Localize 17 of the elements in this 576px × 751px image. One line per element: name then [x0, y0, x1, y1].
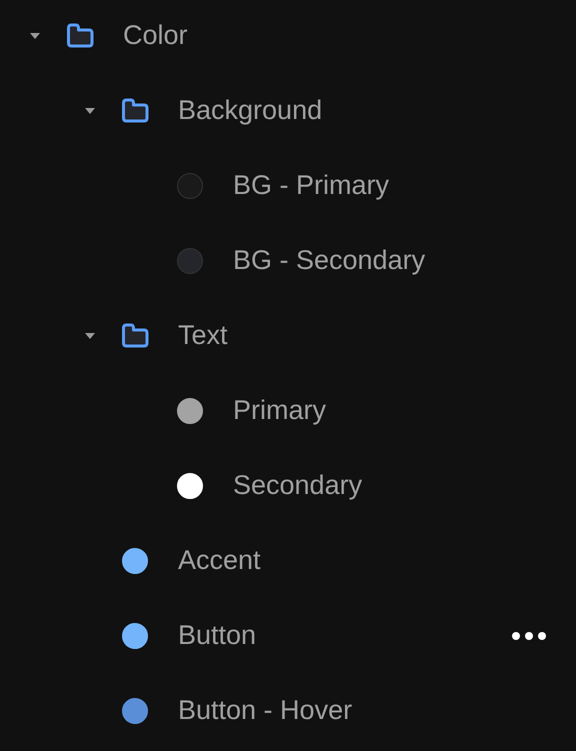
tree-item-label[interactable]: Background	[178, 90, 322, 131]
tree-item-label[interactable]: Accent	[178, 540, 261, 581]
caret-icon[interactable]	[30, 32, 40, 38]
caret-icon[interactable]	[85, 108, 95, 114]
folder-icon	[121, 98, 149, 123]
tree-item-label[interactable]: Color	[123, 15, 188, 56]
caret-icon[interactable]	[85, 332, 95, 338]
more-icon[interactable]	[512, 632, 546, 640]
folder-icon	[66, 23, 94, 48]
tree-item-label[interactable]: Button - Hover	[178, 690, 352, 731]
tree-item-label[interactable]: Button	[178, 615, 256, 656]
tree-item-label[interactable]: Text	[178, 315, 228, 356]
tree-item-label[interactable]: BG - Primary	[233, 165, 390, 206]
tree-item-label[interactable]: BG - Secondary	[233, 240, 426, 281]
folder-icon	[121, 323, 149, 348]
tree-item-label[interactable]: Primary	[233, 390, 326, 431]
tree-item-label[interactable]: Secondary	[233, 465, 362, 506]
